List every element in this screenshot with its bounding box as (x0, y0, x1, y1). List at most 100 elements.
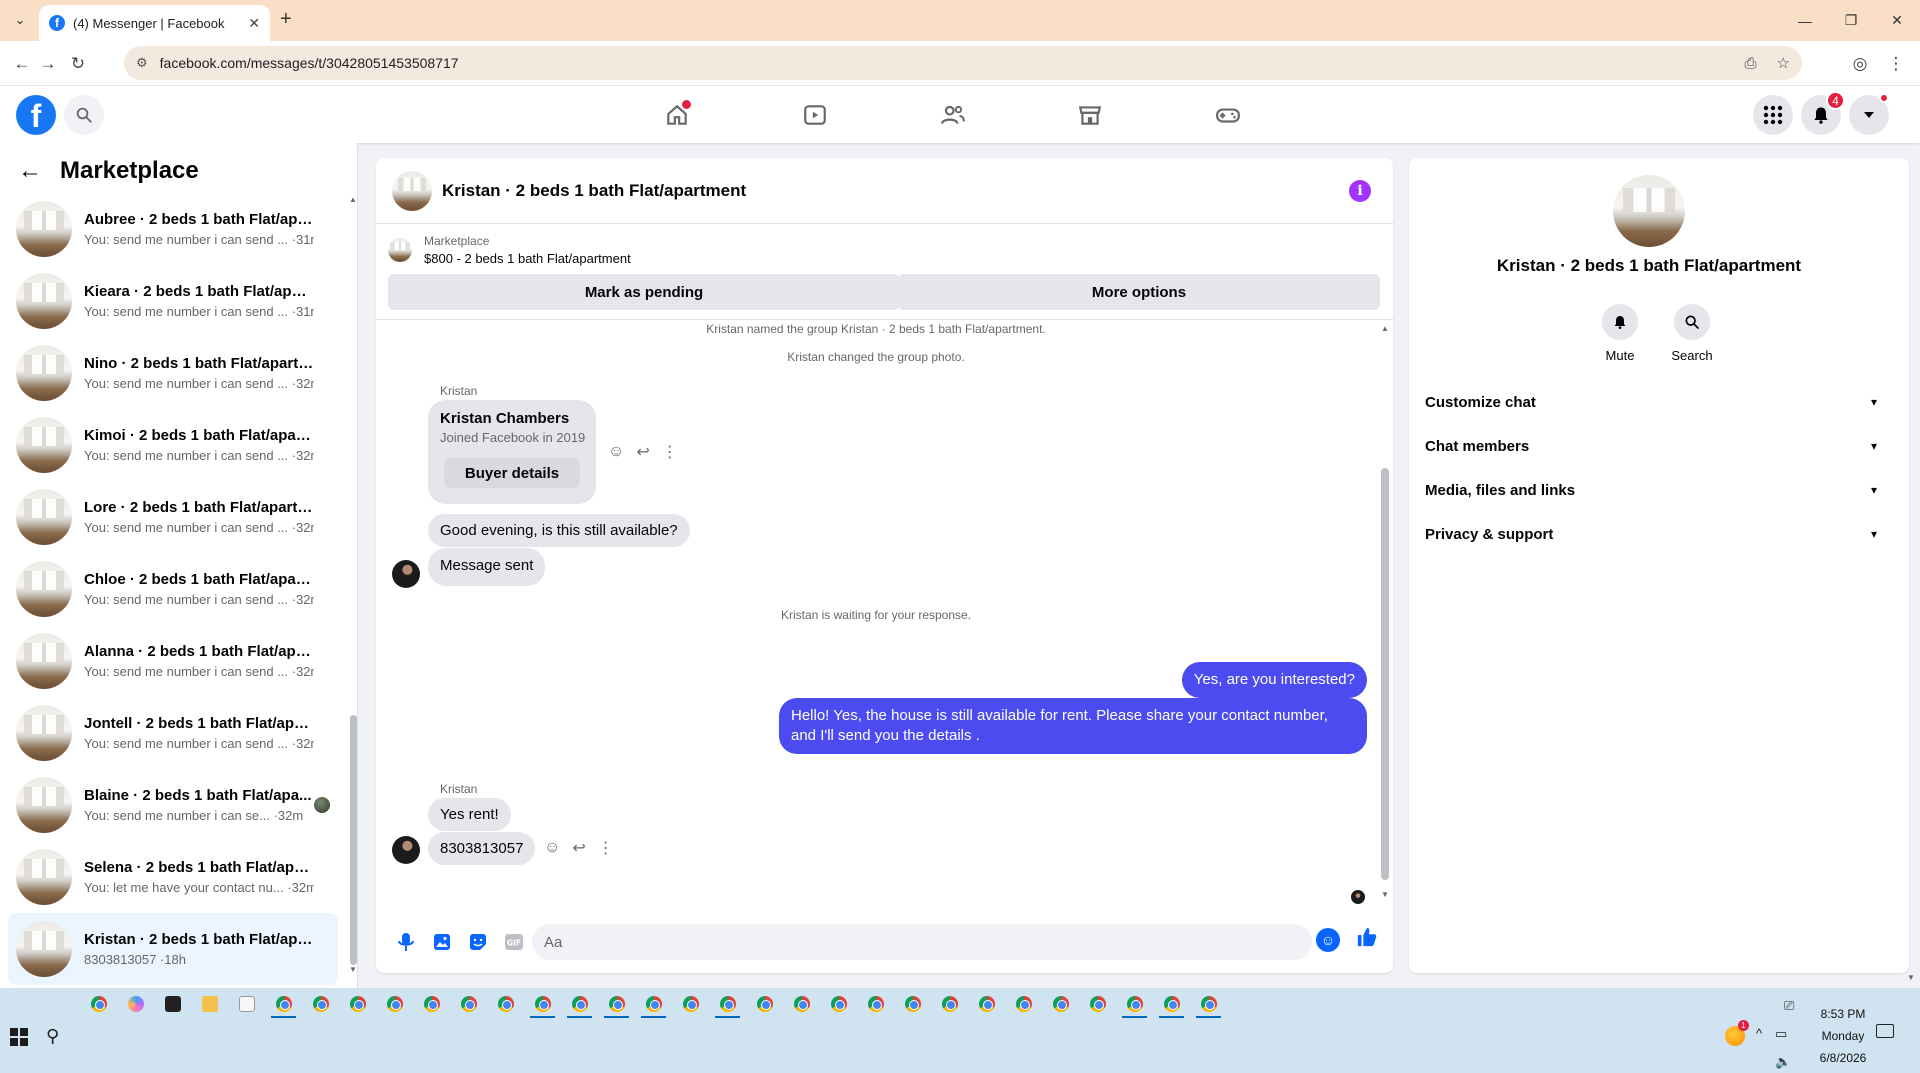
install-app-icon[interactable]: ⎙ (1745, 55, 1757, 72)
chrome-app-icon[interactable] (1079, 990, 1116, 1018)
scroll-down-icon[interactable]: ▼ (1907, 973, 1915, 982)
mark-as-pending-button[interactable]: Mark as pending (388, 274, 900, 310)
new-tab-icon[interactable]: + (280, 8, 292, 31)
chrome-app-icon[interactable] (746, 990, 783, 1018)
sender-avatar[interactable] (392, 560, 420, 588)
scroll-up-icon[interactable]: ▲ (349, 195, 357, 204)
chrome-app-icon[interactable] (302, 990, 339, 1018)
restore-icon[interactable]: ❐ (1828, 0, 1874, 41)
device-icon[interactable]: ⎚ (1784, 998, 1794, 1014)
conversation-item[interactable]: Aubree · 2 beds 1 bath Flat/apar... You: … (8, 193, 338, 265)
scroll-up-icon[interactable]: ▲ (1381, 324, 1389, 333)
site-info-icon[interactable]: ⚙ (136, 55, 148, 71)
chrome-app-icon[interactable] (413, 990, 450, 1018)
network-icon[interactable]: ▭ (1775, 1026, 1787, 1042)
browser-menu-icon[interactable]: ⋮ (1884, 52, 1908, 76)
emoji-icon[interactable]: ☺ (1316, 928, 1340, 952)
chrome-app-icon[interactable] (80, 990, 117, 1018)
windows-start-icon[interactable] (10, 1028, 28, 1046)
incoming-message[interactable]: 8303813057 (428, 832, 536, 865)
more-actions-icon[interactable]: ⋮ (598, 838, 614, 858)
mute-action[interactable]: Mute (1590, 304, 1650, 363)
video-nav-icon[interactable] (795, 98, 835, 132)
weather-icon[interactable]: 1 (1725, 1020, 1749, 1046)
facebook-logo-icon[interactable]: f (16, 95, 56, 135)
terminal-app-icon[interactable] (154, 990, 191, 1018)
sender-avatar[interactable] (392, 836, 420, 864)
copilot-app-icon[interactable] (117, 990, 154, 1018)
listing-thumbnail[interactable] (388, 238, 412, 262)
chrome-app-icon[interactable] (1005, 990, 1042, 1018)
chrome-app-icon[interactable] (1042, 990, 1079, 1018)
chrome-app-icon[interactable] (561, 990, 598, 1018)
home-nav-icon[interactable] (657, 98, 697, 132)
friends-nav-icon[interactable] (933, 98, 973, 132)
more-actions-icon[interactable]: ⋮ (662, 442, 678, 462)
bookmark-star-icon[interactable]: ☆ (1777, 54, 1790, 72)
message-input[interactable] (532, 924, 1312, 960)
conversation-item[interactable]: Jontell · 2 beds 1 bath Flat/apart... You… (8, 697, 338, 769)
chrome-app-icon[interactable] (783, 990, 820, 1018)
scroll-down-icon[interactable]: ▼ (1381, 890, 1389, 899)
section-media-files-links[interactable]: Media, files and links ▾ (1425, 468, 1877, 512)
conversation-item[interactable]: Kieara · 2 beds 1 bath Flat/apart... You:… (8, 265, 338, 337)
reload-icon[interactable]: ↻ (66, 52, 90, 76)
chrome-app-icon[interactable] (450, 990, 487, 1018)
chat-title[interactable]: Kristan · 2 beds 1 bath Flat/apartment (442, 181, 746, 201)
chat-scroll-thumb[interactable] (1381, 468, 1389, 880)
chrome-app-icon[interactable] (524, 990, 561, 1018)
outgoing-message[interactable]: Yes, are you interested? (1181, 662, 1367, 698)
sidebar-scrollbar[interactable]: ▲ ▼ (349, 195, 357, 975)
url-text[interactable]: facebook.com/messages/t/3042805145350871… (160, 55, 1725, 71)
chrome-app-icon[interactable] (968, 990, 1005, 1018)
conversation-item[interactable]: Blaine · 2 beds 1 bath Flat/apa... You: s… (8, 769, 338, 841)
chrome-app-icon[interactable] (598, 990, 635, 1018)
section-chat-members[interactable]: Chat members ▾ (1425, 424, 1877, 468)
chrome-app-icon[interactable] (339, 990, 376, 1018)
reply-icon[interactable]: ↩ (636, 442, 649, 462)
incoming-message[interactable]: Message sent (428, 548, 546, 586)
bell-icon[interactable] (1602, 304, 1638, 340)
outgoing-message[interactable]: Hello! Yes, the house is still available… (779, 698, 1367, 754)
chrome-app-icon[interactable] (487, 990, 524, 1018)
chrome-app-icon[interactable] (709, 990, 746, 1018)
sidebar-scroll-thumb[interactable] (350, 715, 357, 965)
gif-icon[interactable]: GIF (496, 924, 532, 960)
conversation-item[interactable]: Lore · 2 beds 1 bath Flat/apartm... You: … (8, 481, 338, 553)
chrome-app-icon[interactable] (820, 990, 857, 1018)
back-icon[interactable]: ← (10, 52, 34, 76)
marketplace-nav-icon[interactable] (1070, 98, 1110, 132)
taskbar-clock[interactable]: 8:53 PM Monday 6/8/2026 (1808, 1003, 1878, 1069)
close-tab-icon[interactable]: ✕ (248, 15, 260, 32)
chrome-app-icon[interactable] (1190, 990, 1227, 1018)
react-emoji-icon[interactable]: ☺ (608, 443, 624, 461)
thumbs-up-icon[interactable] (1356, 926, 1378, 954)
account-dropdown-icon[interactable] (1849, 93, 1889, 135)
voice-clip-icon[interactable] (388, 924, 424, 960)
chrome-app-icon[interactable] (931, 990, 968, 1018)
close-window-icon[interactable]: ✕ (1874, 0, 1920, 41)
chrome-app-icon[interactable] (672, 990, 709, 1018)
chat-avatar[interactable] (392, 170, 432, 211)
conversation-item-active[interactable]: Kristan · 2 beds 1 bath Flat/apart... 830… (8, 913, 338, 985)
facebook-search-icon[interactable] (64, 95, 104, 135)
chrome-app-icon[interactable] (376, 990, 413, 1018)
react-emoji-icon[interactable]: ☺ (544, 839, 560, 857)
chrome-app-icon[interactable] (894, 990, 931, 1018)
snipping-tool-icon[interactable] (228, 990, 265, 1018)
conversation-item[interactable]: Alanna · 2 beds 1 bath Flat/apart... You:… (8, 625, 338, 697)
back-arrow-icon[interactable]: ← (18, 157, 42, 185)
profile-icon[interactable]: ◎ (1848, 52, 1872, 76)
minimize-icon[interactable]: — (1782, 0, 1828, 41)
chrome-app-icon[interactable] (635, 990, 672, 1018)
search-icon[interactable] (1674, 304, 1710, 340)
buyer-details-button[interactable]: Buyer details (444, 458, 580, 488)
browser-tab-messenger[interactable]: f (4) Messenger | Facebook ✕ (39, 5, 270, 41)
conversation-item[interactable]: Nino · 2 beds 1 bath Flat/apartm... You: … (8, 337, 338, 409)
menu-grid-icon[interactable] (1753, 95, 1793, 135)
conversation-item[interactable]: Selena · 2 beds 1 bath Flat/apart... You:… (8, 841, 338, 913)
conversation-item[interactable]: Kimoi · 2 beds 1 bath Flat/apart... You: … (8, 409, 338, 481)
notifications-bell-icon[interactable]: 4 (1801, 91, 1845, 135)
show-hidden-icons-icon[interactable]: ^ (1756, 1026, 1762, 1041)
chat-scrollbar[interactable]: ▲ ▼ (1381, 324, 1389, 902)
